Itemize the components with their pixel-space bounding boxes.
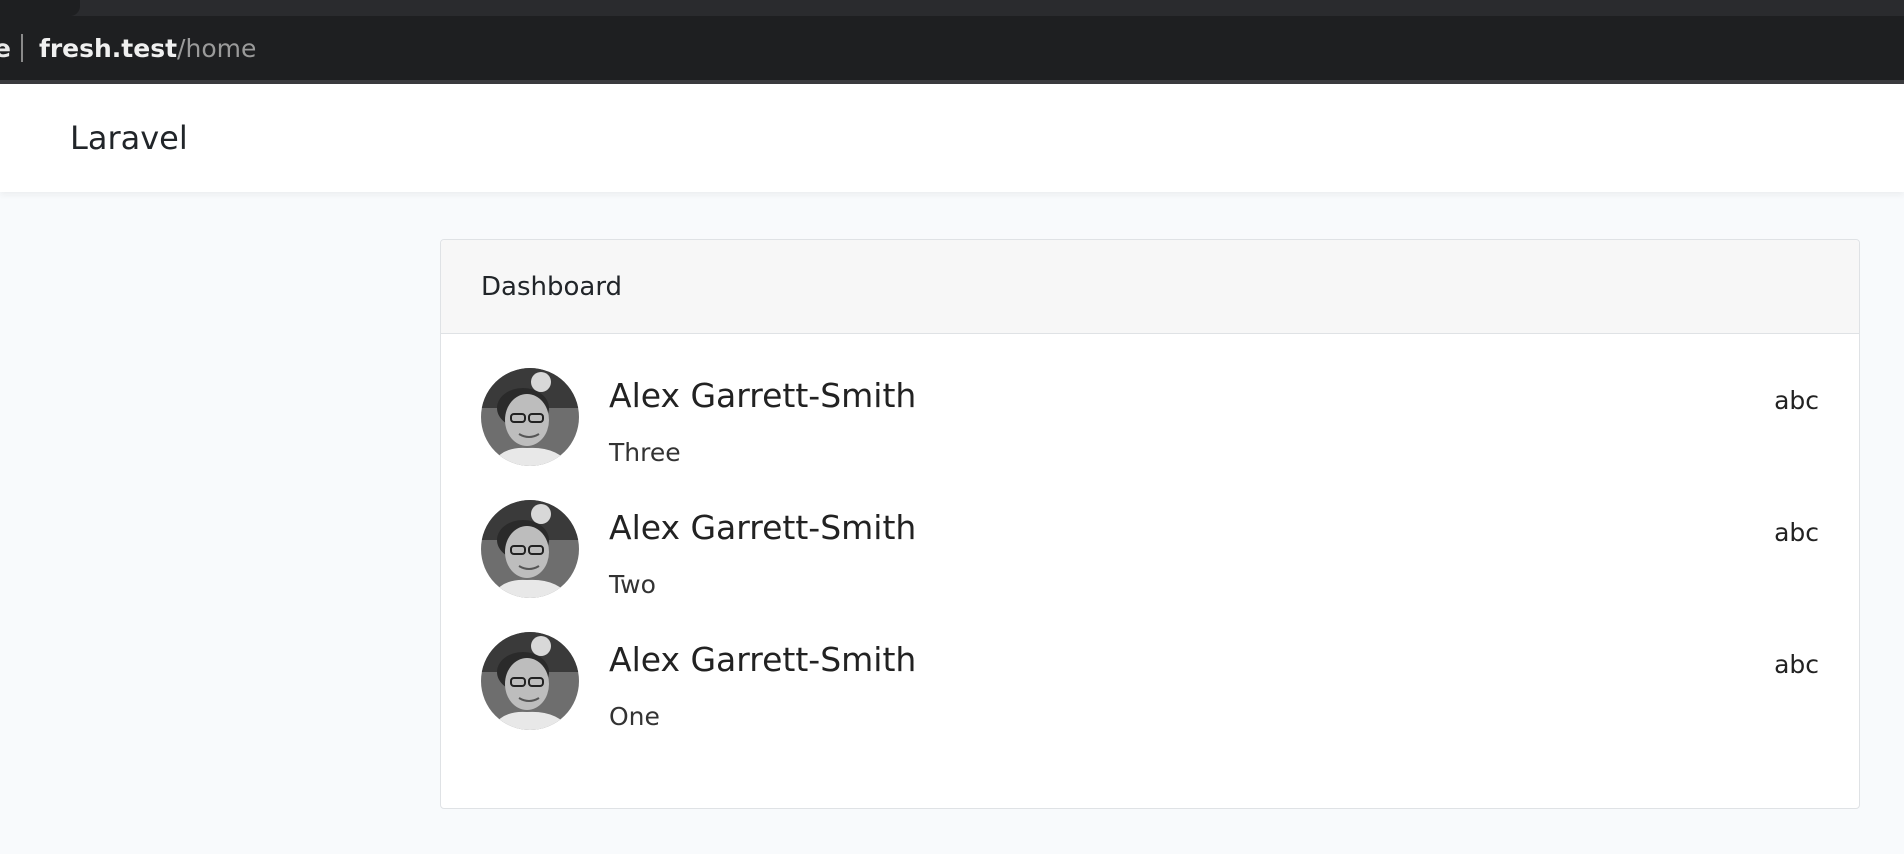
address-host: fresh.test: [38, 33, 178, 63]
media-body: Alex Garrett-Smith Three: [609, 368, 1819, 468]
author-name: Alex Garrett-Smith: [609, 376, 917, 415]
browser-chrome: e fresh.test/home: [0, 0, 1904, 84]
item-text: Three: [609, 438, 681, 467]
avatar: [481, 500, 579, 598]
brand-link[interactable]: Laravel: [70, 119, 188, 157]
media-body: Alex Garrett-Smith Two: [609, 500, 1819, 600]
item-tag: abc: [1774, 650, 1819, 679]
address-prefix: e: [0, 33, 11, 63]
active-tab[interactable]: [0, 0, 80, 16]
author-name: Alex Garrett-Smith: [609, 508, 917, 547]
item-text: Two: [609, 570, 656, 599]
address-bar[interactable]: e fresh.test/home: [0, 22, 1904, 74]
list-item: Alex Garrett-Smith One abc: [481, 632, 1819, 764]
avatar-portrait-icon: [481, 632, 579, 730]
list-item: Alex Garrett-Smith Two abc: [481, 500, 1819, 632]
author-name: Alex Garrett-Smith: [609, 640, 917, 679]
avatar-portrait-icon: [481, 368, 579, 466]
item-text: One: [609, 702, 660, 731]
tab-strip: [0, 0, 1904, 16]
list-item: Alex Garrett-Smith Three abc: [481, 368, 1819, 500]
item-tag: abc: [1774, 518, 1819, 547]
address-path: /home: [177, 33, 257, 63]
card-body: Alex Garrett-Smith Three abc Alex Garret…: [441, 334, 1859, 764]
avatar: [481, 632, 579, 730]
media-body: Alex Garrett-Smith One: [609, 632, 1819, 732]
avatar-portrait-icon: [481, 500, 579, 598]
card-header: Dashboard: [441, 240, 1859, 334]
avatar: [481, 368, 579, 466]
dashboard-card: Dashboard Alex Garrett-Smith Three abc A…: [440, 239, 1860, 809]
card-title: Dashboard: [481, 271, 623, 302]
navbar: Laravel: [0, 84, 1904, 192]
address-divider: [20, 34, 23, 62]
item-tag: abc: [1774, 386, 1819, 415]
